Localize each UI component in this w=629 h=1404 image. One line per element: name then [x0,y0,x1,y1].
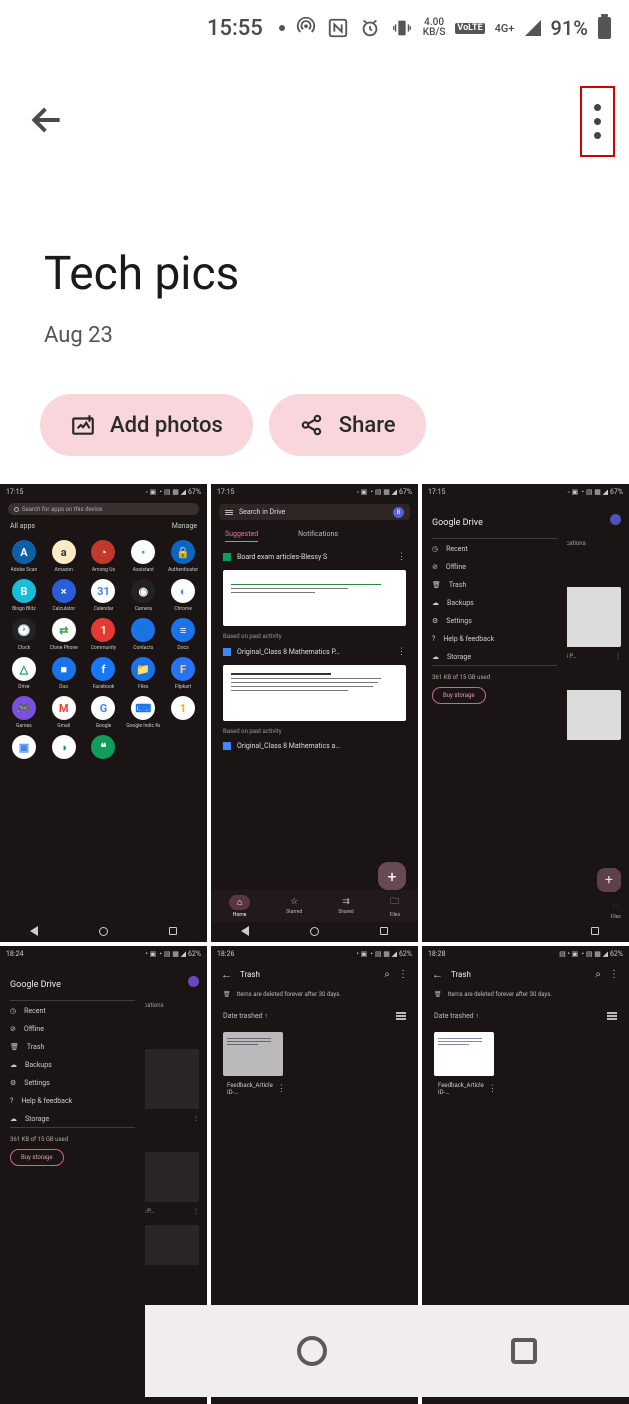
photo-thumb-1[interactable]: 17:15 ◦ ▣ ◔ ▤ ▦ ◢ 67% Search for apps on… [0,484,207,942]
battery-icon [598,17,611,39]
photo-thumb-3[interactable]: 17:15◦ ▣ ◔ ▤ ▦ ◢ 67% ications 8 P…⋮ + 🗀F… [422,484,629,942]
nav-home-button[interactable] [297,1336,327,1366]
vibrate-icon [391,17,413,39]
back-arrow-icon [28,101,66,139]
share-label: Share [339,413,396,438]
net-gen: 4G+ [495,22,515,35]
add-photos-button[interactable]: Add photos [40,394,253,456]
status-time: 15:55 [207,16,263,41]
add-photos-label: Add photos [110,413,223,438]
battery-percent: 91% [551,16,588,40]
add-photo-icon [70,412,96,438]
album-title: Tech pics [44,247,585,301]
app-top-bar [0,56,629,187]
back-button[interactable] [28,101,66,143]
signal-icon [525,20,541,36]
nav-recents-button[interactable] [511,1338,537,1364]
photo-grid: 17:15 ◦ ▣ ◔ ▤ ▦ ◢ 67% Search for apps on… [0,484,629,1404]
share-button[interactable]: Share [269,394,426,456]
action-chips-row: Add photos Share [0,358,629,484]
photo-thumb-2[interactable]: 17:15◦ ▣ ◔ ▤ ▦ ◢ 67% Search in Drive B S… [211,484,418,942]
album-date: Aug 23 [44,323,585,348]
volte-badge: VoLTE [455,23,484,34]
net-speed: 4.00 KB/S [423,18,446,38]
status-bar: 15:55 4.00 KB/S VoLTE 4G+ 91% [0,0,629,56]
hotspot-icon [295,17,317,39]
more-vert-icon [594,104,601,111]
alarm-icon [359,17,381,39]
share-icon [299,412,325,438]
more-options-button[interactable] [580,86,615,157]
album-header: Tech pics Aug 23 [0,187,629,358]
status-separator-dot [279,25,285,31]
nfc-icon [327,17,349,39]
